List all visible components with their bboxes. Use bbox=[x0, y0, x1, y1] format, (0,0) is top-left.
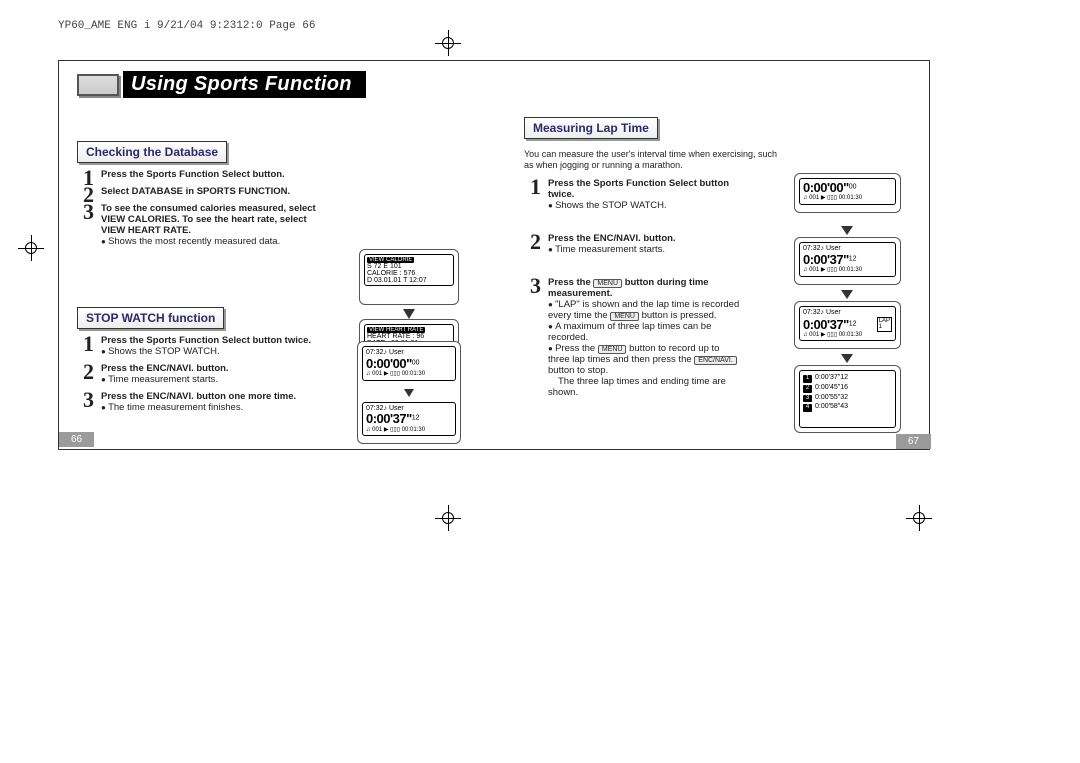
down-arrow-icon bbox=[841, 290, 853, 299]
lap-step1-note: Shows the STOP WATCH. bbox=[548, 200, 667, 211]
main-title: Using Sports Function bbox=[123, 71, 366, 98]
sw-step3-note: The time measurement finishes. bbox=[101, 402, 243, 413]
sw-footer: ♫ 001 ▶ ▯▯▯ 00:01:30 bbox=[366, 371, 452, 378]
lap-screen-3: 07:32♪ User 0:00'37"12 LAP1 ♫ 001 ▶ ▯▯▯ … bbox=[794, 301, 901, 349]
panel1-row0: S 72 E 101 bbox=[367, 263, 402, 270]
section-header-stopwatch: STOP WATCH function bbox=[77, 307, 224, 329]
page-number-right: 67 bbox=[896, 434, 931, 449]
lap-row-num: 1 bbox=[803, 375, 812, 383]
lap-screen-2: 07:32♪ User 0:00'37"12 ♫ 001 ▶ ▯▯▯ 00:01… bbox=[794, 237, 901, 285]
stopwatch-screens-left: 07:32♪ User 0:00'00"00 ♫ 001 ▶ ▯▯▯ 00:01… bbox=[357, 341, 461, 444]
registration-mark bbox=[435, 505, 461, 531]
lap-step3-bul3: Press the MENU button to record up to th… bbox=[548, 343, 737, 376]
lap-row-time: 0:00'45"16 bbox=[815, 384, 848, 391]
lap-time-37b: 0:00'37" bbox=[803, 317, 849, 332]
sw-sub-37: 12 bbox=[412, 415, 420, 422]
lap-row-time: 0:00'37"12 bbox=[815, 374, 848, 381]
down-arrow-icon bbox=[841, 226, 853, 235]
registration-mark bbox=[435, 30, 461, 56]
sw-time-37: 0:00'37" bbox=[366, 411, 412, 426]
lap-sub-37: 12 bbox=[849, 255, 857, 262]
lap-screen-1: 0:00'00"00 ♫ 001 ▶ ▯▯▯ 00:01:30 bbox=[794, 173, 901, 213]
lap-time-37: 0:00'37" bbox=[803, 252, 849, 267]
lap-footer: ♫ 001 ▶ ▯▯▯ 00:01:30 bbox=[803, 267, 892, 274]
lap-time-zero: 0:00'00" bbox=[803, 180, 849, 195]
sw-time-zero: 0:00'00" bbox=[366, 356, 412, 371]
db-step2: Select DATABASE in SPORTS FUNCTION. bbox=[101, 186, 290, 197]
sw-step3: Press the ENC/NAVI. button one more time… bbox=[101, 391, 296, 402]
menu-button-icon: MENU bbox=[593, 279, 622, 288]
db-step3: To see the consumed calories measured, s… bbox=[101, 203, 316, 236]
lap-row-time: 0:00'55"32 bbox=[815, 394, 848, 401]
lap-step3-tail: The three lap times and ending time are … bbox=[548, 376, 726, 398]
print-header: YP60_AME ENG i 9/21/04 9:2312:0 Page 66 bbox=[58, 20, 315, 32]
lap-step2-note: Time measurement starts. bbox=[548, 244, 665, 255]
registration-mark bbox=[906, 505, 932, 531]
panel1-row1: CALORIE : 576 bbox=[367, 270, 415, 277]
registration-mark bbox=[18, 235, 44, 261]
sw-screen-zero: 07:32♪ User 0:00'00"00 ♫ 001 ▶ ▯▯▯ 00:01… bbox=[362, 346, 456, 381]
down-arrow-icon bbox=[841, 354, 853, 363]
db-step1: Press the Sports Function Select button. bbox=[101, 169, 285, 180]
lap-step1: Press the Sports Function Select button … bbox=[548, 178, 729, 200]
menu-button-icon: MENU bbox=[610, 312, 639, 321]
menu-button-icon: MENU bbox=[598, 345, 627, 354]
right-page: Measuring Lap Time You can measure the u… bbox=[488, 61, 931, 451]
sw-sub-zero: 00 bbox=[412, 359, 420, 366]
lap-row-time: 0:00'58"43 bbox=[815, 403, 848, 410]
lap-badge-label: LAP bbox=[879, 318, 890, 324]
title-ornament bbox=[77, 74, 119, 96]
lap-sub-37b: 12 bbox=[849, 320, 857, 327]
page-number-left: 66 bbox=[59, 432, 94, 447]
lap-step3a: Press the bbox=[548, 277, 593, 288]
lap-steps: 1Press the Sports Function Select button… bbox=[530, 178, 740, 398]
lap-sub-zero: 00 bbox=[849, 184, 857, 191]
sw-screen-37: 07:32♪ User 0:00'37"12 ♫ 001 ▶ ▯▯▯ 00:01… bbox=[362, 402, 456, 437]
database-steps: 1Press the Sports Function Select button… bbox=[83, 169, 323, 247]
encnavi-button-icon: ENC/NAVI. bbox=[694, 356, 737, 365]
sw-step1-note: Shows the STOP WATCH. bbox=[101, 346, 220, 357]
lap-footer: ♫ 001 ▶ ▯▯▯ 00:01:30 bbox=[803, 195, 892, 202]
rd-top: 07:32♪ User bbox=[803, 309, 841, 317]
page-spread: Using Sports Function Checking the Datab… bbox=[58, 60, 930, 450]
panel1-row2: D 03.01.01 T 12:07 bbox=[367, 277, 427, 284]
db-step3-note: Shows the most recently measured data. bbox=[101, 236, 280, 247]
title-row: Using Sports Function bbox=[77, 71, 366, 98]
down-arrow-icon bbox=[404, 389, 414, 397]
sw-step1: Press the Sports Function Select button … bbox=[101, 335, 311, 346]
section-header-database: Checking the Database bbox=[77, 141, 227, 163]
lap-step3-bul2: A maximum of three lap times can be reco… bbox=[548, 321, 711, 343]
lap-row-num: 3 bbox=[803, 395, 812, 403]
lap-intro: You can measure the user's interval time… bbox=[524, 149, 784, 172]
stopwatch-steps: 1Press the Sports Function Select button… bbox=[83, 335, 323, 413]
sw-step2-note: Time measurement starts. bbox=[101, 374, 218, 385]
sw-footer: ♫ 001 ▶ ▯▯▯ 00:01:30 bbox=[366, 427, 452, 434]
lap-badge-num: 1 bbox=[879, 324, 882, 330]
lap-row-num: 2 bbox=[803, 385, 812, 393]
lap-footer: ♫ 001 ▶ ▯▯▯ 00:01:30 bbox=[803, 332, 892, 339]
lap-step3-bul1: "LAP" is shown and the lap time is recor… bbox=[548, 299, 739, 321]
lap-row-num: 4 bbox=[803, 404, 812, 412]
lap-step2: Press the ENC/NAVI. button. bbox=[548, 233, 676, 244]
sw-step2: Press the ENC/NAVI. button. bbox=[101, 363, 229, 374]
section-header-laptime: Measuring Lap Time bbox=[524, 117, 658, 139]
lap-screen-results: 10:00'37"12 20:00'45"16 30:00'55"32 40:0… bbox=[794, 365, 901, 433]
